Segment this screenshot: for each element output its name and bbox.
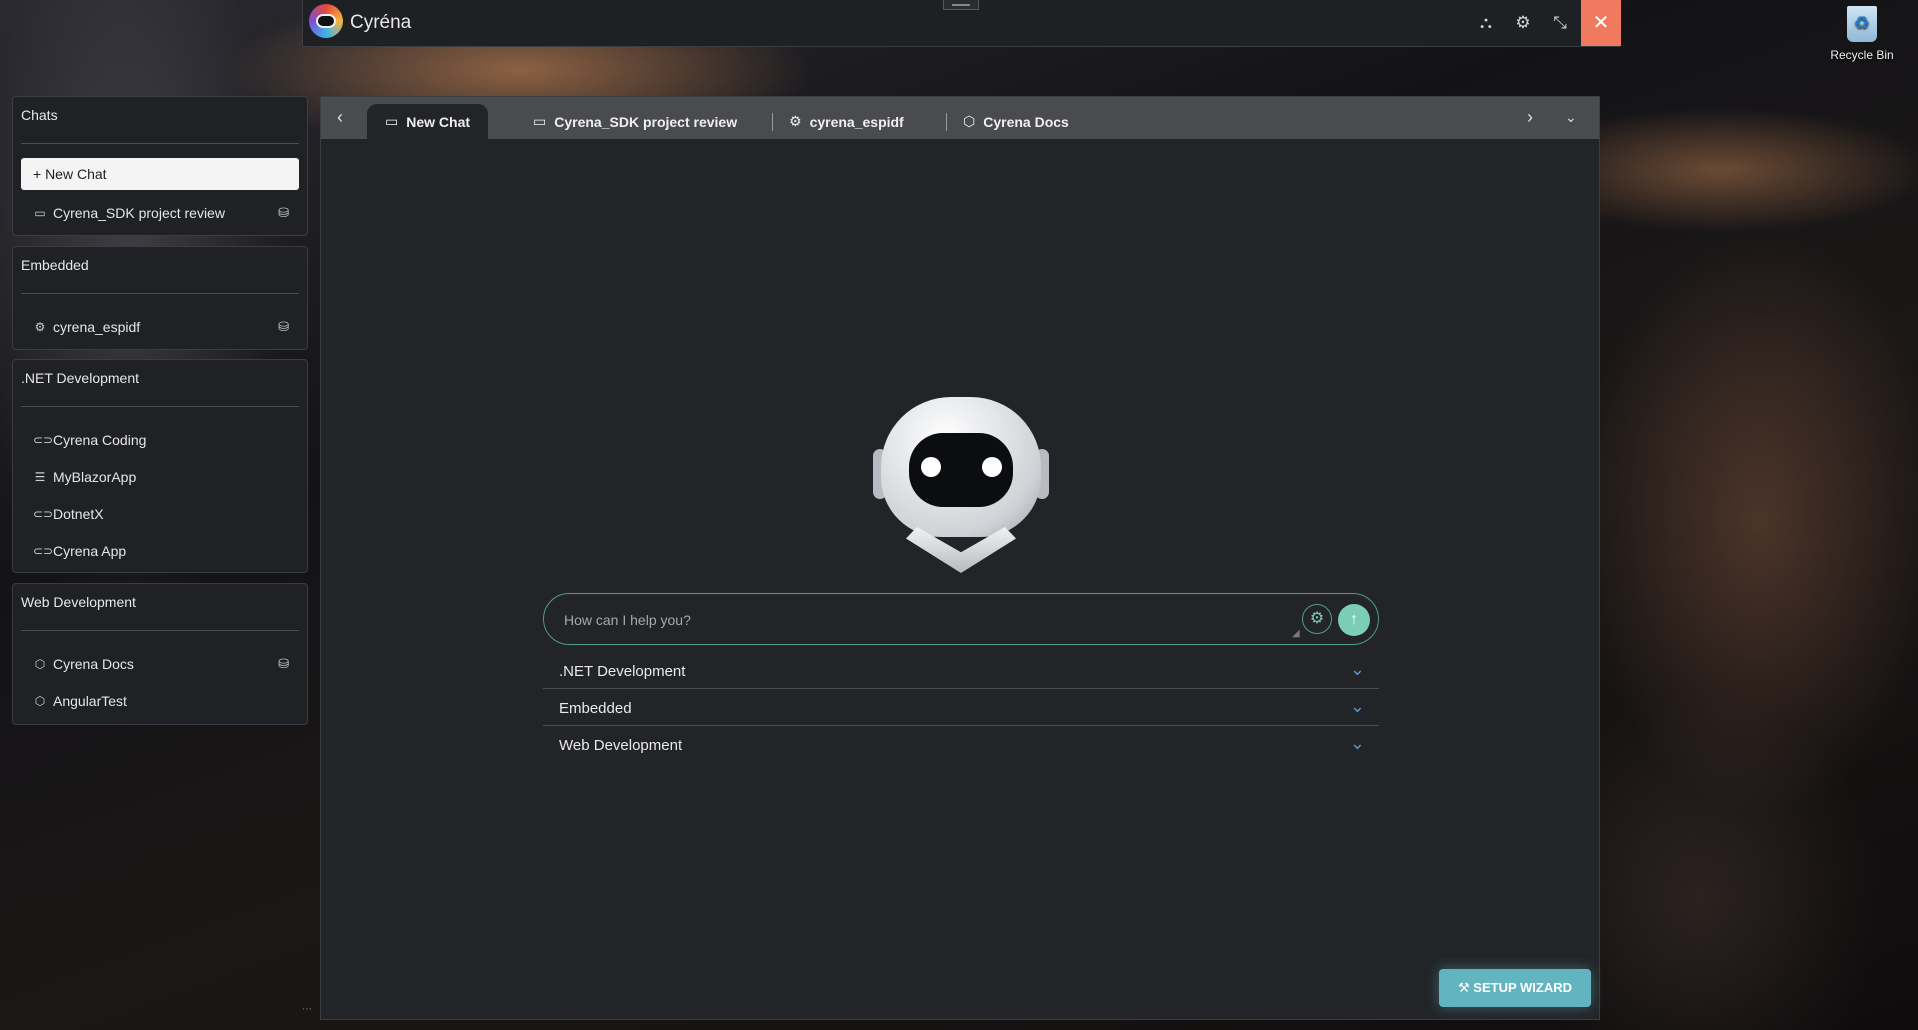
robot-eye-right (982, 457, 1002, 477)
sidebar-item-label: Cyrena Coding (53, 432, 147, 448)
drag-handle[interactable] (943, 0, 979, 10)
divider (21, 293, 299, 294)
tab-cyrena-docs[interactable]: ⬡ Cyrena Docs (963, 104, 1069, 139)
composer-settings-button[interactable]: ⚙ (1302, 604, 1332, 634)
group-title: Embedded (21, 257, 89, 273)
gear-icon[interactable]: ⚙ (1512, 12, 1534, 34)
divider (543, 688, 1379, 689)
resize-corner-icon[interactable]: ⋯ (302, 1004, 312, 1015)
chat-icon: ▭ (34, 206, 46, 220)
tab-divider (946, 113, 947, 131)
tab-label: Cyrena Docs (983, 113, 1069, 130)
sidebar-item-label: AngularTest (53, 693, 127, 709)
sidebar-item-label: Cyrena Docs (53, 656, 134, 672)
pill-icon: ⊂⊃ (33, 507, 54, 521)
chip-icon: ⚙ (789, 113, 802, 129)
setup-wizard-label: SETUP WIZARD (1473, 980, 1572, 995)
box-icon: ⬡ (34, 657, 46, 671)
chevron-right-icon[interactable]: › (1527, 107, 1533, 128)
chat-icon: ▭ (533, 113, 547, 129)
section-dotnet[interactable]: .NET Development ⌄ (543, 653, 1379, 689)
box-icon: ⬡ (34, 694, 46, 708)
tab-label: cyrena_espidf (809, 113, 904, 130)
title-bar[interactable]: Cyréna ⛬ ⚙ ⤡ ✕ (302, 0, 1621, 47)
database-icon[interactable]: ⛁ (278, 319, 289, 335)
divider (21, 630, 299, 631)
chat-input[interactable] (562, 606, 1266, 634)
chevron-left-icon[interactable]: ‹ (337, 107, 343, 128)
sidebar-item-angulartest[interactable]: ⬡ AngularTest (33, 693, 127, 709)
pill-icon: ⊂⊃ (33, 544, 54, 558)
section-label: .NET Development (559, 663, 686, 680)
sidebar-item-label: MyBlazorApp (53, 469, 137, 485)
sidebar-group-embedded: Embedded ⚙ cyrena_espidf ⛁ (12, 246, 308, 350)
database-icon[interactable]: ⛁ (278, 205, 289, 221)
sidebar-group-web: Web Development ⬡ Cyrena Docs ⛁ ⬡ Angula… (12, 583, 308, 725)
main-panel: ‹ ▭ New Chat ▭ Cyrena_SDK project review… (320, 96, 1600, 1020)
sidebar-item-label: Cyrena App (53, 543, 127, 559)
chip-icon: ⚙ (34, 320, 46, 334)
sidebar-item-label: DotnetX (53, 506, 104, 522)
sidebar-item-dotnetx[interactable]: ⊂⊃ DotnetX (33, 506, 104, 522)
recycle-bin[interactable]: Recycle Bin (1822, 6, 1902, 62)
tab-cyrena-espidf[interactable]: ⚙ cyrena_espidf (789, 104, 904, 139)
recycle-bin-icon (1847, 6, 1877, 42)
section-embedded[interactable]: Embedded ⌄ (543, 690, 1379, 726)
tab-bar: ‹ ▭ New Chat ▭ Cyrena_SDK project review… (321, 97, 1599, 139)
resize-grip-icon[interactable]: ◢ (1292, 628, 1300, 639)
chevron-down-icon: ⌄ (1349, 659, 1365, 679)
chevron-down-icon[interactable]: ⌄ (1565, 109, 1577, 126)
sidebar-item-cyrena-sdk[interactable]: ▭ Cyrena_SDK project review (33, 205, 225, 221)
collapse-icon[interactable]: ⤡ (1549, 12, 1571, 34)
group-title: Web Development (21, 594, 136, 610)
app-logo (309, 4, 343, 38)
app-title: Cyréna (350, 12, 412, 33)
box-icon: ⬡ (963, 113, 976, 129)
network-icon[interactable]: ⛬ (1475, 12, 1497, 34)
sidebar-group-chats: Chats + New Chat ▭ Cyrena_SDK project re… (12, 96, 308, 236)
section-label: Web Development (559, 737, 683, 754)
new-chat-button[interactable]: + New Chat (21, 158, 299, 190)
sidebar-item-cyrena-espidf[interactable]: ⚙ cyrena_espidf (33, 319, 141, 335)
chat-composer: ◢ ⚙ ↑ (543, 593, 1379, 645)
sidebar-item-cyrena-app[interactable]: ⊂⊃ Cyrena App (33, 543, 126, 559)
tab-label: New Chat (406, 113, 471, 130)
group-title: .NET Development (21, 370, 140, 386)
sidebar-group-dotnet: .NET Development ⊂⊃ Cyrena Coding ☰ MyBl… (12, 359, 308, 573)
divider (543, 725, 1379, 726)
database-icon[interactable]: ⛁ (278, 656, 289, 672)
sidebar-item-cyrena-docs[interactable]: ⬡ Cyrena Docs (33, 656, 134, 672)
tab-new-chat[interactable]: ▭ New Chat (367, 104, 489, 139)
chevron-down-icon: ⌄ (1349, 696, 1365, 716)
chat-icon: ▭ (385, 113, 399, 129)
tab-label: Cyrena_SDK project review (554, 113, 738, 130)
send-button[interactable]: ↑ (1338, 604, 1370, 636)
sidebar-item-label: cyrena_espidf (53, 319, 141, 335)
pill-icon: ⊂⊃ (33, 433, 54, 447)
server-icon: ☰ (34, 470, 46, 484)
divider (21, 143, 299, 144)
sidebar-item-label: Cyrena_SDK project review (53, 205, 225, 221)
section-label: Embedded (559, 700, 632, 717)
robot-logo-icon (316, 14, 336, 28)
sidebar-item-cyrena-coding[interactable]: ⊂⊃ Cyrena Coding (33, 432, 146, 448)
section-web[interactable]: Web Development ⌄ (543, 727, 1379, 763)
divider (21, 406, 299, 407)
recycle-bin-label: Recycle Bin (1830, 48, 1894, 62)
robot-eye-left (921, 457, 941, 477)
close-button[interactable]: ✕ (1581, 0, 1621, 46)
setup-wizard-button[interactable]: ⚒ SETUP WIZARD (1439, 969, 1591, 1007)
tab-cyrena-sdk[interactable]: ▭ Cyrena_SDK project review (533, 104, 737, 139)
sidebar-item-myblazorapp[interactable]: ☰ MyBlazorApp (33, 469, 137, 485)
group-title: Chats (21, 107, 58, 123)
wand-icon: ⚒ (1458, 980, 1470, 995)
chevron-down-icon: ⌄ (1349, 733, 1365, 753)
tab-divider (772, 113, 773, 131)
